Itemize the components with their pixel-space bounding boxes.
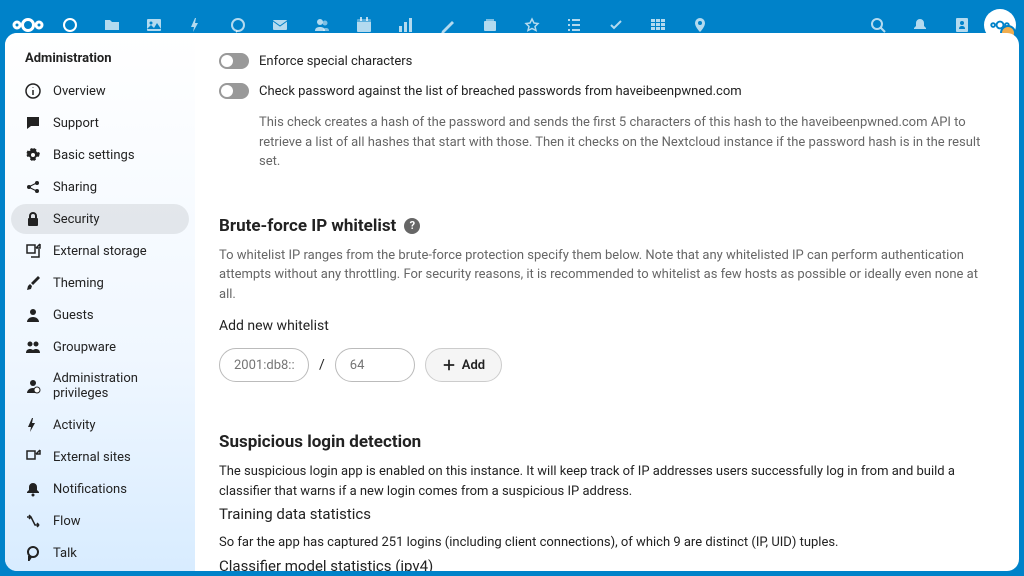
slash-separator: /	[319, 357, 325, 373]
person-icon	[25, 307, 41, 323]
whitelist-desc: To whitelist IP ranges from the brute-fo…	[219, 246, 991, 305]
toggle-breached-label: Check password against the list of breac…	[259, 84, 742, 99]
sidebar-item-label: Theming	[53, 276, 104, 291]
brush-icon	[25, 275, 41, 291]
toggle-special-chars-label: Enforce special characters	[259, 54, 412, 69]
whitelist-title: Brute-force IP whitelist ?	[219, 216, 991, 236]
breached-description: This check creates a hash of the passwor…	[259, 113, 991, 172]
whitelist-section: Brute-force IP whitelist ? To whitelist …	[219, 196, 991, 383]
ipv4-title: Classifier model statistics (ipv4)	[219, 557, 991, 572]
suspicious-title: Suspicious login detection	[219, 432, 991, 452]
suspicious-desc: The suspicious login app is enabled on t…	[219, 462, 991, 501]
add-button-label: Add	[462, 358, 485, 373]
settings-content: Enforce special characters Check passwor…	[195, 33, 1019, 571]
sidebar-item-label: Overview	[53, 84, 106, 99]
sidebar-item-support[interactable]: Support	[11, 108, 189, 138]
sidebar-item-label: External sites	[53, 450, 131, 465]
suspicious-section: Suspicious login detection The suspiciou…	[219, 412, 991, 571]
sidebar-item-basic[interactable]: Basic settings	[11, 140, 189, 170]
sidebar-item-overview[interactable]: Overview	[11, 76, 189, 106]
sidebar-item-label: Guests	[53, 308, 94, 323]
flow-icon	[25, 513, 41, 529]
training-text: So far the app has captured 251 logins (…	[219, 533, 991, 553]
training-title: Training data statistics	[219, 505, 991, 523]
sidebar-item-label: Talk	[53, 546, 77, 561]
sidebar-item-label: Groupware	[53, 340, 116, 355]
sidebar-item-admin-priv[interactable]: Administration privileges	[11, 364, 189, 408]
whitelist-input-row: / Add	[219, 348, 991, 382]
sidebar-item-flow[interactable]: Flow	[11, 506, 189, 536]
toggle-special-chars[interactable]	[219, 53, 249, 69]
sidebar-item-activity[interactable]: Activity	[11, 410, 189, 440]
admin-icon	[25, 378, 41, 394]
chat-icon	[25, 115, 41, 131]
help-icon[interactable]: ?	[404, 218, 420, 234]
plus-icon	[442, 358, 456, 372]
ip-input[interactable]	[219, 348, 309, 382]
mask-input[interactable]	[335, 348, 415, 382]
sidebar-item-office[interactable]: Office	[11, 570, 189, 571]
sidebar-item-guests[interactable]: Guests	[11, 300, 189, 330]
lock-icon	[25, 211, 41, 227]
sidebar-item-groupware[interactable]: Groupware	[11, 332, 189, 362]
add-button[interactable]: Add	[425, 348, 502, 382]
sidebar-item-label: Basic settings	[53, 148, 135, 163]
sidebar-item-notifications[interactable]: Notifications	[11, 474, 189, 504]
talk-nav-icon	[25, 545, 41, 561]
sidebar-item-theming[interactable]: Theming	[11, 268, 189, 298]
info-icon	[25, 83, 41, 99]
toggle-special-chars-row: Enforce special characters	[219, 53, 991, 69]
sidebar-item-external-storage[interactable]: External storage	[11, 236, 189, 266]
whitelist-title-text: Brute-force IP whitelist	[219, 216, 396, 236]
group-icon	[25, 339, 41, 355]
sidebar-item-security[interactable]: Security	[11, 204, 189, 234]
bolt-icon	[25, 417, 41, 433]
share-icon	[25, 179, 41, 195]
sidebar-item-label: Security	[53, 212, 100, 227]
sidebar-title: Administration	[11, 51, 189, 76]
sidebar-item-label: Flow	[53, 514, 81, 529]
sidebar-item-label: Notifications	[53, 482, 127, 497]
sidebar-item-label: Activity	[53, 418, 96, 433]
sidebar-item-talk[interactable]: Talk	[11, 538, 189, 568]
toggle-breached-row: Check password against the list of breac…	[219, 83, 991, 99]
sidebar-item-label: External storage	[53, 244, 147, 259]
toggle-breached[interactable]	[219, 83, 249, 99]
bell-icon	[25, 481, 41, 497]
external-icon	[25, 243, 41, 259]
sidebar-item-sharing[interactable]: Sharing	[11, 172, 189, 202]
sidebar-item-external-sites[interactable]: External sites	[11, 442, 189, 472]
sidebar: Administration Overview Support Basic se…	[5, 33, 195, 571]
gear-icon	[25, 147, 41, 163]
link-icon	[25, 449, 41, 465]
sidebar-item-label: Sharing	[53, 180, 97, 195]
main-content: Administration Overview Support Basic se…	[5, 33, 1019, 571]
sidebar-item-label: Administration privileges	[53, 371, 175, 401]
add-whitelist-heading: Add new whitelist	[219, 318, 991, 334]
sidebar-item-label: Support	[53, 116, 99, 131]
